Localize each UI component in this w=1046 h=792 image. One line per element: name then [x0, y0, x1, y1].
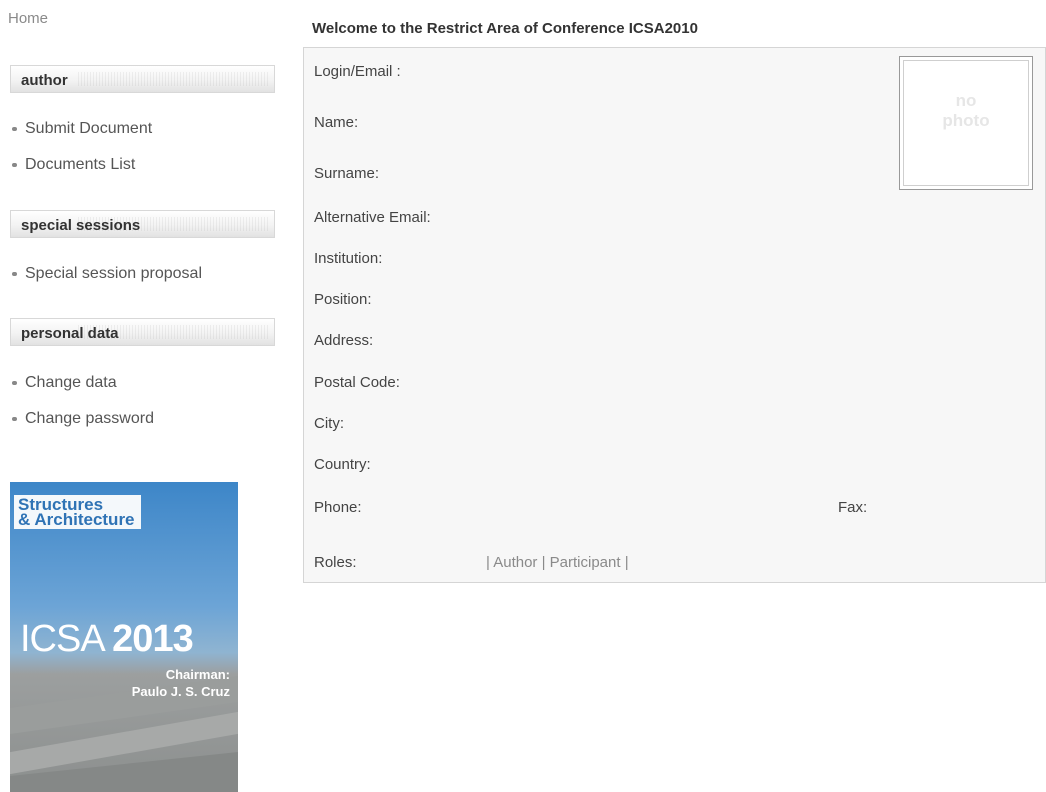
profile-panel: Login/Email : Name: Surname: Alternative…	[303, 47, 1046, 583]
no-photo-text: no	[955, 91, 977, 110]
no-photo-placeholder: no photo	[903, 60, 1029, 186]
poster-chair-name: Paulo J. S. Cruz	[131, 684, 230, 699]
sidebar-header-label: special sessions	[21, 217, 141, 234]
fax-label: Fax:	[838, 499, 868, 516]
sidebar-item-submit-document[interactable]: Submit Document	[12, 119, 152, 155]
page-title: Welcome to the Restrict Area of Conferen…	[312, 20, 698, 37]
home-link[interactable]: Home	[8, 10, 48, 27]
poster-title: Structures & Architecture	[14, 495, 141, 529]
institution-label: Institution:	[314, 250, 383, 267]
conference-poster[interactable]: Structures & Architecture ICSA 2013 Chai…	[10, 482, 238, 792]
name-label: Name:	[314, 114, 359, 131]
sidebar-item-documents-list[interactable]: Documents List	[12, 155, 152, 191]
sidebar-item-special-session-proposal[interactable]: Special session proposal	[12, 264, 202, 300]
surname-label: Surname:	[314, 165, 380, 182]
poster-event-year: 2013	[112, 618, 194, 660]
sidebar-item-label: Change data	[25, 374, 117, 391]
poster-title-line: & Architecture	[18, 510, 135, 529]
bullet-icon	[12, 380, 17, 385]
bullet-icon	[12, 126, 17, 131]
sidebar-header-label: personal data	[21, 325, 119, 342]
bullet-icon	[12, 162, 17, 167]
profile-photo: no photo	[899, 56, 1033, 190]
poster-event: ICSA 2013	[20, 618, 194, 661]
sidebar-item-label: Submit Document	[25, 120, 153, 137]
sidebar-header-label: author	[21, 72, 68, 89]
roles-value: | Author | Participant |	[486, 554, 629, 571]
sidebar-item-change-data[interactable]: Change data	[12, 373, 154, 409]
sidebar-header-special-sessions: special sessions	[10, 210, 275, 238]
city-label: City:	[314, 415, 344, 432]
bullet-icon	[12, 271, 17, 276]
sidebar-header-author: author	[10, 65, 275, 93]
no-photo-text: photo	[942, 111, 990, 130]
address-label: Address:	[314, 332, 374, 349]
login-email-label: Login/Email :	[314, 63, 401, 80]
country-label: Country:	[314, 456, 371, 473]
alternative-email-label: Alternative Email:	[314, 209, 431, 226]
roles-label: Roles:	[314, 554, 357, 571]
poster-chair-label: Chairman:	[165, 667, 230, 682]
poster-chair: Chairman: Paulo J. S. Cruz	[132, 666, 230, 700]
sidebar-item-label: Change password	[25, 410, 154, 427]
sidebar-item-change-password[interactable]: Change password	[12, 409, 154, 445]
sidebar-item-label: Documents List	[25, 156, 136, 173]
position-label: Position:	[314, 291, 372, 308]
bullet-icon	[12, 416, 17, 421]
sidebar-item-label: Special session proposal	[25, 265, 202, 282]
special-sessions-menu: Special session proposal	[12, 264, 202, 300]
personal-data-menu: Change data Change password	[12, 373, 154, 445]
poster-event-name: ICSA	[20, 618, 104, 660]
postal-code-label: Postal Code:	[314, 374, 400, 391]
phone-label: Phone:	[314, 499, 362, 516]
sidebar-header-personal-data: personal data	[10, 318, 275, 346]
author-menu: Submit Document Documents List	[12, 119, 152, 191]
